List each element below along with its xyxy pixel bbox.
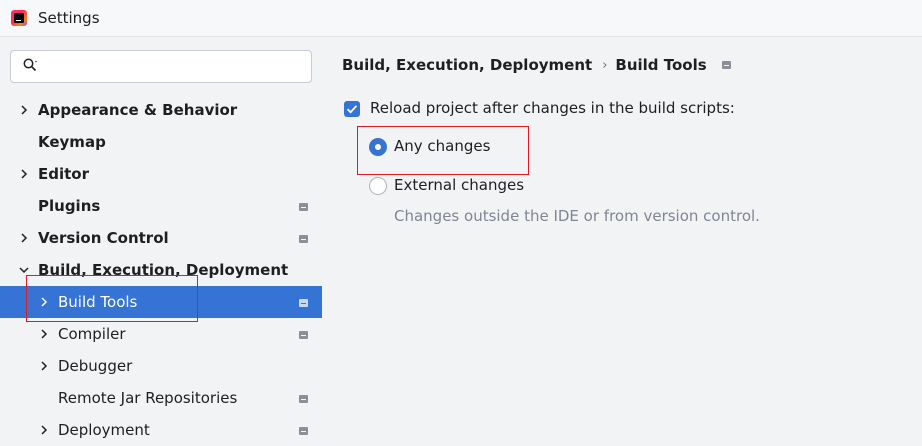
sidebar-item-label: Editor: [38, 165, 89, 183]
sidebar-item-label: Version Control: [38, 229, 169, 247]
breadcrumb-current: Build Tools: [615, 56, 707, 74]
external-changes-hint: Changes outside the IDE or from version …: [394, 207, 760, 225]
project-settings-icon: [299, 235, 308, 243]
chevron-right-icon[interactable]: [18, 168, 30, 180]
project-settings-icon: [299, 299, 308, 307]
project-settings-icon: [721, 61, 731, 69]
title-bar: Settings: [0, 0, 922, 37]
sidebar-item-label: Debugger: [58, 357, 133, 375]
chevron-right-icon[interactable]: [38, 360, 50, 372]
window-title: Settings: [38, 9, 100, 27]
highlight-box-any-changes: [357, 126, 529, 175]
checkmark-icon: [346, 105, 358, 114]
sidebar-item-label: Keymap: [38, 133, 106, 151]
reload-project-label[interactable]: Reload project after changes in the buil…: [370, 99, 735, 117]
reload-project-checkbox[interactable]: [344, 101, 360, 117]
highlight-box-build-tools: [26, 275, 198, 322]
sidebar-item-keymap[interactable]: Keymap: [0, 126, 322, 158]
sidebar-item-deployment[interactable]: Deployment: [0, 414, 322, 446]
sidebar-item-appearance-behavior[interactable]: Appearance & Behavior: [0, 94, 322, 126]
sidebar-item-editor[interactable]: Editor: [0, 158, 322, 190]
project-settings-icon: [299, 203, 308, 211]
sidebar-item-label: Deployment: [58, 421, 150, 439]
settings-search-input[interactable]: [10, 50, 312, 83]
search-icon: [23, 58, 37, 72]
project-settings-icon: [299, 395, 308, 403]
chevron-right-icon[interactable]: [38, 328, 50, 340]
project-settings-icon: [299, 331, 308, 339]
project-settings-icon: [299, 427, 308, 435]
chevron-right-icon[interactable]: [18, 232, 30, 244]
external-changes-radio[interactable]: [369, 177, 387, 195]
sidebar-item-label: Compiler: [58, 325, 126, 343]
chevron-right-icon[interactable]: [18, 104, 30, 116]
sidebar-item-debugger[interactable]: Debugger: [0, 350, 322, 382]
sidebar-item-remote-jar-repositories[interactable]: Remote Jar Repositories: [0, 382, 322, 414]
breadcrumb-parent[interactable]: Build, Execution, Deployment: [342, 56, 592, 74]
sidebar-item-label: Appearance & Behavior: [38, 101, 238, 119]
chevron-right-icon[interactable]: [38, 424, 50, 436]
sidebar-item-plugins[interactable]: Plugins: [0, 190, 322, 222]
external-changes-label[interactable]: External changes: [394, 176, 524, 194]
sidebar-item-version-control[interactable]: Version Control: [0, 222, 322, 254]
sidebar-item-label: Remote Jar Repositories: [58, 389, 238, 407]
sidebar-item-compiler[interactable]: Compiler: [0, 318, 322, 350]
breadcrumb-separator: ›: [602, 57, 608, 73]
sidebar-item-label: Plugins: [38, 197, 101, 215]
intellij-app-icon: [11, 10, 27, 26]
breadcrumb: Build, Execution, Deployment › Build Too…: [342, 56, 731, 74]
